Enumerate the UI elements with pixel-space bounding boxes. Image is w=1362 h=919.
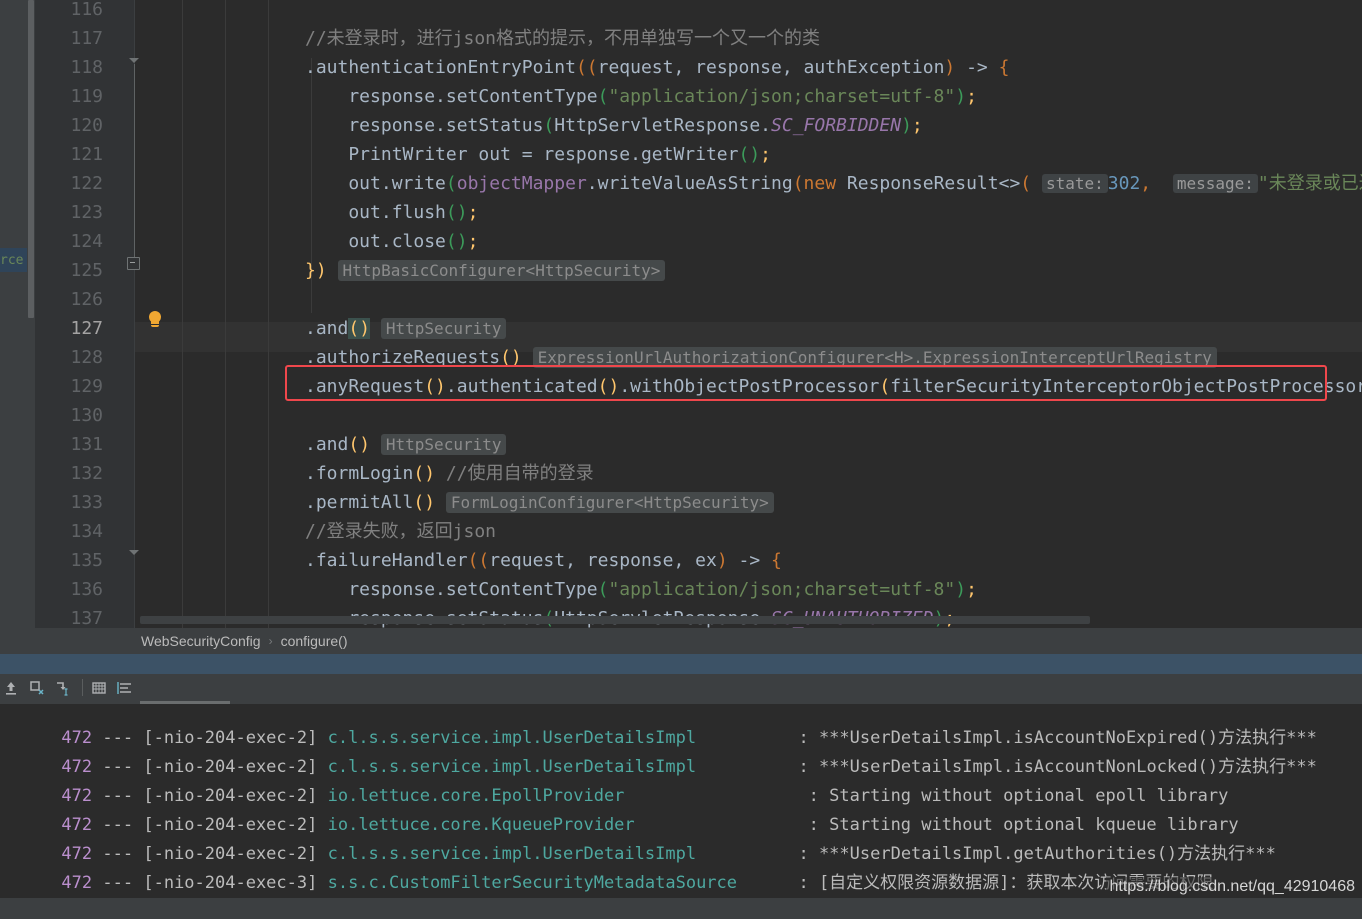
inlay-type-hint-127: HttpSecurity bbox=[380, 318, 507, 339]
console-row-clipped: 472 --- [-nio-204-exec-4] s.s.c.CustomFi… bbox=[0, 898, 1362, 919]
line-number: 124 bbox=[70, 231, 103, 252]
code-line-117[interactable]: //未登录时，进行json格式的提示，不用单独写一个又一个的类 bbox=[305, 24, 820, 53]
console-row-clipped-text: 472 --- [-nio-204-exec-4] s.s.c.CustomFi… bbox=[0, 898, 1362, 919]
console-row: 472 --- [-nio-204-exec-2] c.l.s.s.servic… bbox=[0, 701, 1362, 748]
breadcrumb-left-fill bbox=[0, 628, 35, 654]
line-number: 117 bbox=[70, 28, 103, 49]
indent-guide bbox=[225, 0, 226, 628]
line-number: 120 bbox=[70, 115, 103, 136]
line-number: 135 bbox=[70, 550, 103, 571]
line-number: 123 bbox=[70, 202, 103, 223]
code-line-122[interactable]: out.write(objectMapper.writeValueAsStrin… bbox=[305, 169, 1362, 198]
line-number: 132 bbox=[70, 463, 103, 484]
line-number: 129 bbox=[70, 376, 103, 397]
code-line-118[interactable]: .authenticationEntryPoint((request, resp… bbox=[305, 53, 1009, 82]
console-row: 472 --- [-nio-204-exec-2] c.l.s.s.servic… bbox=[0, 724, 1362, 777]
inlay-type-hint-125: HttpBasicConfigurer<HttpSecurity> bbox=[337, 260, 666, 281]
inlay-type-hint-133: FormLoginConfigurer<HttpSecurity> bbox=[445, 492, 774, 513]
export-icon[interactable] bbox=[2, 679, 20, 697]
line-number: 130 bbox=[70, 405, 103, 426]
line-number: 131 bbox=[70, 434, 103, 455]
code-line-127[interactable]: .and() HttpSecurity bbox=[305, 314, 507, 343]
code-line-131[interactable]: .and() HttpSecurity bbox=[305, 430, 507, 459]
fold-marker-118[interactable] bbox=[129, 58, 139, 63]
project-panel-scrollbar-thumb[interactable] bbox=[28, 0, 34, 318]
intention-bulb-icon[interactable] bbox=[148, 311, 162, 329]
code-line-136[interactable]: response.setContentType("application/jso… bbox=[305, 575, 977, 604]
indent-guide bbox=[182, 0, 183, 628]
code-editor[interactable]: 116 117 118 119 120 121 122 123 124 125 … bbox=[35, 0, 1362, 628]
console-row: 472 --- [-nio-204-exec-3] s.s.c.CustomFi… bbox=[0, 840, 1362, 893]
breadcrumb[interactable]: WebSecurityConfig › configure() bbox=[35, 628, 1362, 654]
fold-region-line bbox=[134, 64, 135, 262]
scroll-to-end-icon[interactable] bbox=[54, 679, 72, 697]
code-line-133[interactable]: .permitAll() FormLoginConfigurer<HttpSec… bbox=[305, 488, 774, 517]
param-hint-state: state: bbox=[1041, 174, 1108, 193]
breadcrumb-separator-icon: › bbox=[268, 634, 273, 648]
breadcrumb-method[interactable]: configure() bbox=[281, 633, 348, 649]
tool-window-divider[interactable] bbox=[0, 654, 1362, 674]
line-number-current: 127 bbox=[70, 318, 103, 339]
ide-window: rce 116 117 118 119 120 121 122 123 124 … bbox=[0, 0, 1362, 919]
line-number: 121 bbox=[70, 144, 103, 165]
code-line-119[interactable]: response.setContentType("application/jso… bbox=[305, 82, 977, 111]
line-number: 125 bbox=[70, 260, 103, 281]
line-number: 134 bbox=[70, 521, 103, 542]
inlay-type-hint-128: ExpressionUrlAuthorizationConfigurer<H>.… bbox=[532, 347, 1217, 368]
console-toolbar[interactable] bbox=[0, 674, 1362, 701]
line-number: 126 bbox=[70, 289, 103, 310]
console-row: 472 --- [-nio-204-exec-2] c.l.s.s.servic… bbox=[0, 811, 1362, 864]
line-number: 136 bbox=[70, 579, 103, 600]
breadcrumb-class[interactable]: WebSecurityConfig bbox=[141, 633, 261, 649]
line-number: 118 bbox=[70, 57, 103, 78]
line-number: 119 bbox=[70, 86, 103, 107]
line-number: 133 bbox=[70, 492, 103, 513]
watermark: https://blog.csdn.net/qq_42910468 bbox=[1106, 877, 1358, 897]
clear-all-icon[interactable] bbox=[116, 679, 134, 697]
line-number: 116 bbox=[70, 0, 103, 20]
print-icon[interactable] bbox=[90, 679, 108, 697]
code-line-132[interactable]: .formLogin() //使用自带的登录 bbox=[305, 459, 594, 488]
inlay-type-hint-131: HttpSecurity bbox=[380, 434, 507, 455]
line-number: 137 bbox=[70, 608, 103, 628]
run-console[interactable]: 472 --- [-nio-204-exec-2] c.l.s.s.servic… bbox=[0, 701, 1362, 919]
fold-marker-125[interactable] bbox=[127, 257, 140, 270]
editor-horizontal-scrollbar[interactable] bbox=[140, 616, 1090, 624]
line-number: 128 bbox=[70, 347, 103, 368]
code-line-123[interactable]: out.flush(); bbox=[305, 198, 478, 227]
code-line-125[interactable]: }) HttpBasicConfigurer<HttpSecurity> bbox=[305, 256, 666, 285]
soft-wrap-toggle-icon[interactable] bbox=[28, 679, 46, 697]
param-value-state: 302 bbox=[1107, 173, 1141, 194]
code-line-121[interactable]: PrintWriter out = response.getWriter(); bbox=[305, 140, 771, 169]
console-row: 472 --- [-nio-204-exec-2] io.lettuce.cor… bbox=[0, 782, 1362, 835]
console-row: 472 --- [-nio-204-exec-2] io.lettuce.cor… bbox=[0, 753, 1362, 806]
indent-guide bbox=[268, 0, 269, 628]
toolbar-separator bbox=[82, 679, 83, 696]
param-hint-message: message: bbox=[1172, 174, 1258, 193]
project-panel-sliver[interactable] bbox=[0, 0, 27, 628]
code-line-124[interactable]: out.close(); bbox=[305, 227, 478, 256]
code-comment: //未登录时，进行json格式的提示，不用单独写一个又一个的类 bbox=[305, 28, 821, 49]
fold-marker-135[interactable] bbox=[129, 550, 139, 555]
code-line-134[interactable]: //登录失败，返回json bbox=[305, 517, 496, 546]
line-number: 122 bbox=[70, 173, 103, 194]
code-line-120[interactable]: response.setStatus(HttpServletResponse.S… bbox=[305, 111, 922, 140]
code-line-128[interactable]: .authorizeRequests() ExpressionUrlAuthor… bbox=[305, 343, 1217, 372]
code-line-135[interactable]: .failureHandler((request, response, ex) … bbox=[305, 546, 782, 575]
code-line-129[interactable]: .anyRequest().authenticated().withObject… bbox=[305, 372, 1362, 401]
